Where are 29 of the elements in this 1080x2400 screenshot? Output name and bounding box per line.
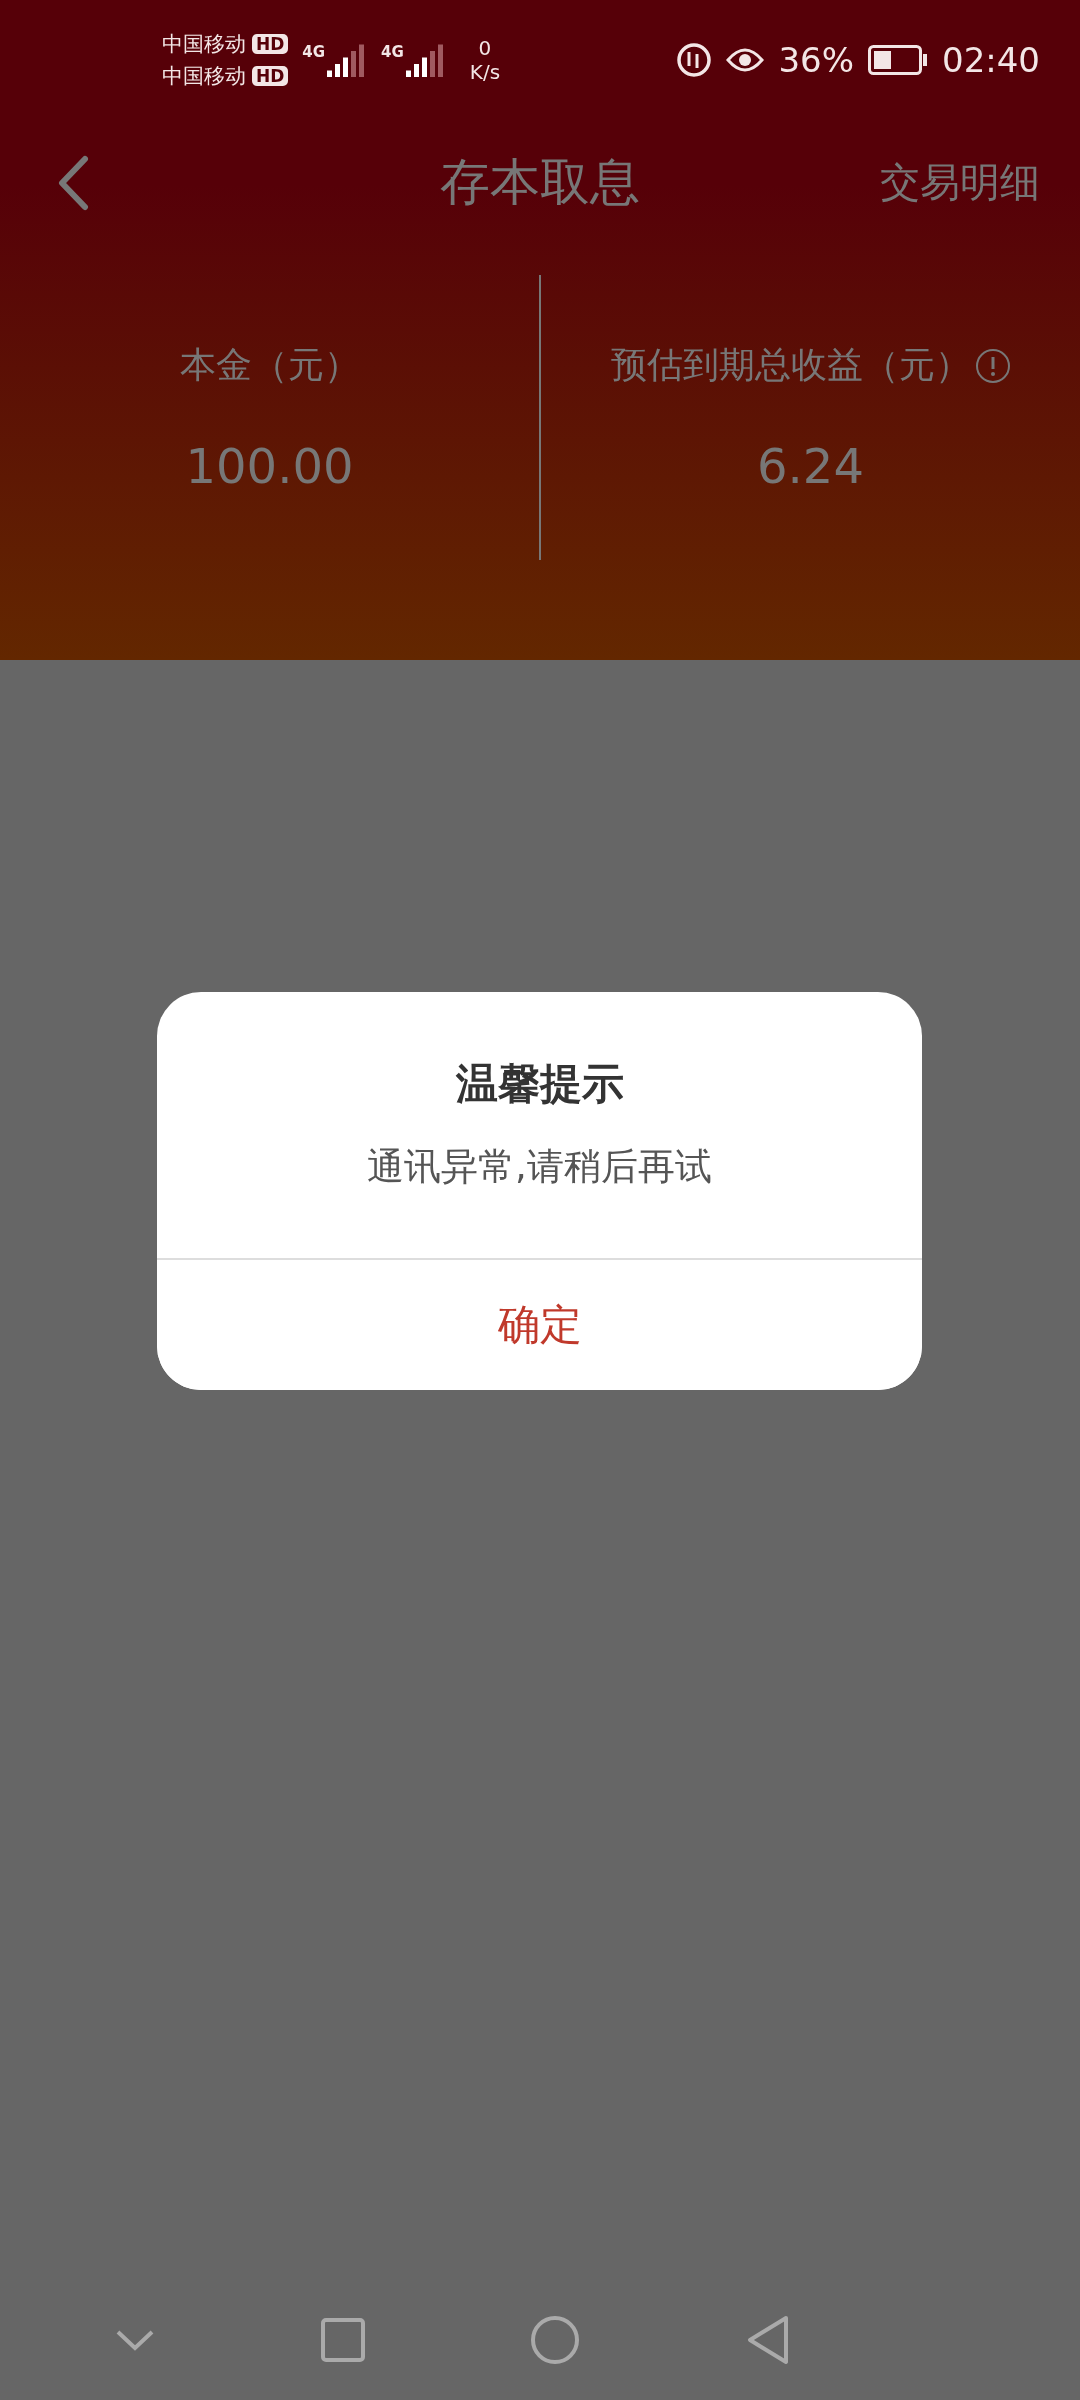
battery-icon: [868, 45, 928, 75]
page-title: 存本取息: [440, 152, 640, 213]
hd-label: HD: [252, 34, 289, 54]
transaction-details-link[interactable]: 交易明细: [880, 155, 1040, 210]
speed-unit: K/s: [469, 60, 501, 84]
network-type: 4G: [381, 43, 404, 61]
battery-percent: 36%: [778, 40, 854, 80]
carrier-name: 中国移动: [162, 31, 246, 58]
back-icon[interactable]: [56, 154, 90, 211]
summary-label: 本金（元）: [179, 343, 360, 387]
summary-value: 100.00: [185, 438, 354, 494]
home-icon[interactable]: [530, 2315, 581, 2365]
summary-label: 预估到期总收益（元）: [610, 343, 971, 387]
recent-apps-icon[interactable]: [320, 2318, 365, 2362]
dialog-title: 温馨提示: [455, 1058, 624, 1110]
signal-icon: [405, 43, 446, 77]
confirm-button[interactable]: 确定: [157, 1258, 922, 1390]
info-icon[interactable]: [974, 347, 1011, 384]
summary-value: 6.24: [757, 438, 864, 494]
dialog-message: 通讯异常,请稍后再试: [367, 1144, 712, 1190]
network-type: 4G: [302, 43, 326, 61]
back-nav-icon[interactable]: [745, 2315, 790, 2365]
data-saver-icon: [676, 42, 713, 78]
hd-label: HD: [252, 66, 289, 86]
carrier-name: 中国移动: [162, 63, 246, 90]
eye-icon: [726, 46, 765, 74]
clock: 02:40: [942, 40, 1040, 80]
chevron-down-icon[interactable]: [115, 2328, 155, 2352]
speed-value: 0: [478, 36, 492, 60]
